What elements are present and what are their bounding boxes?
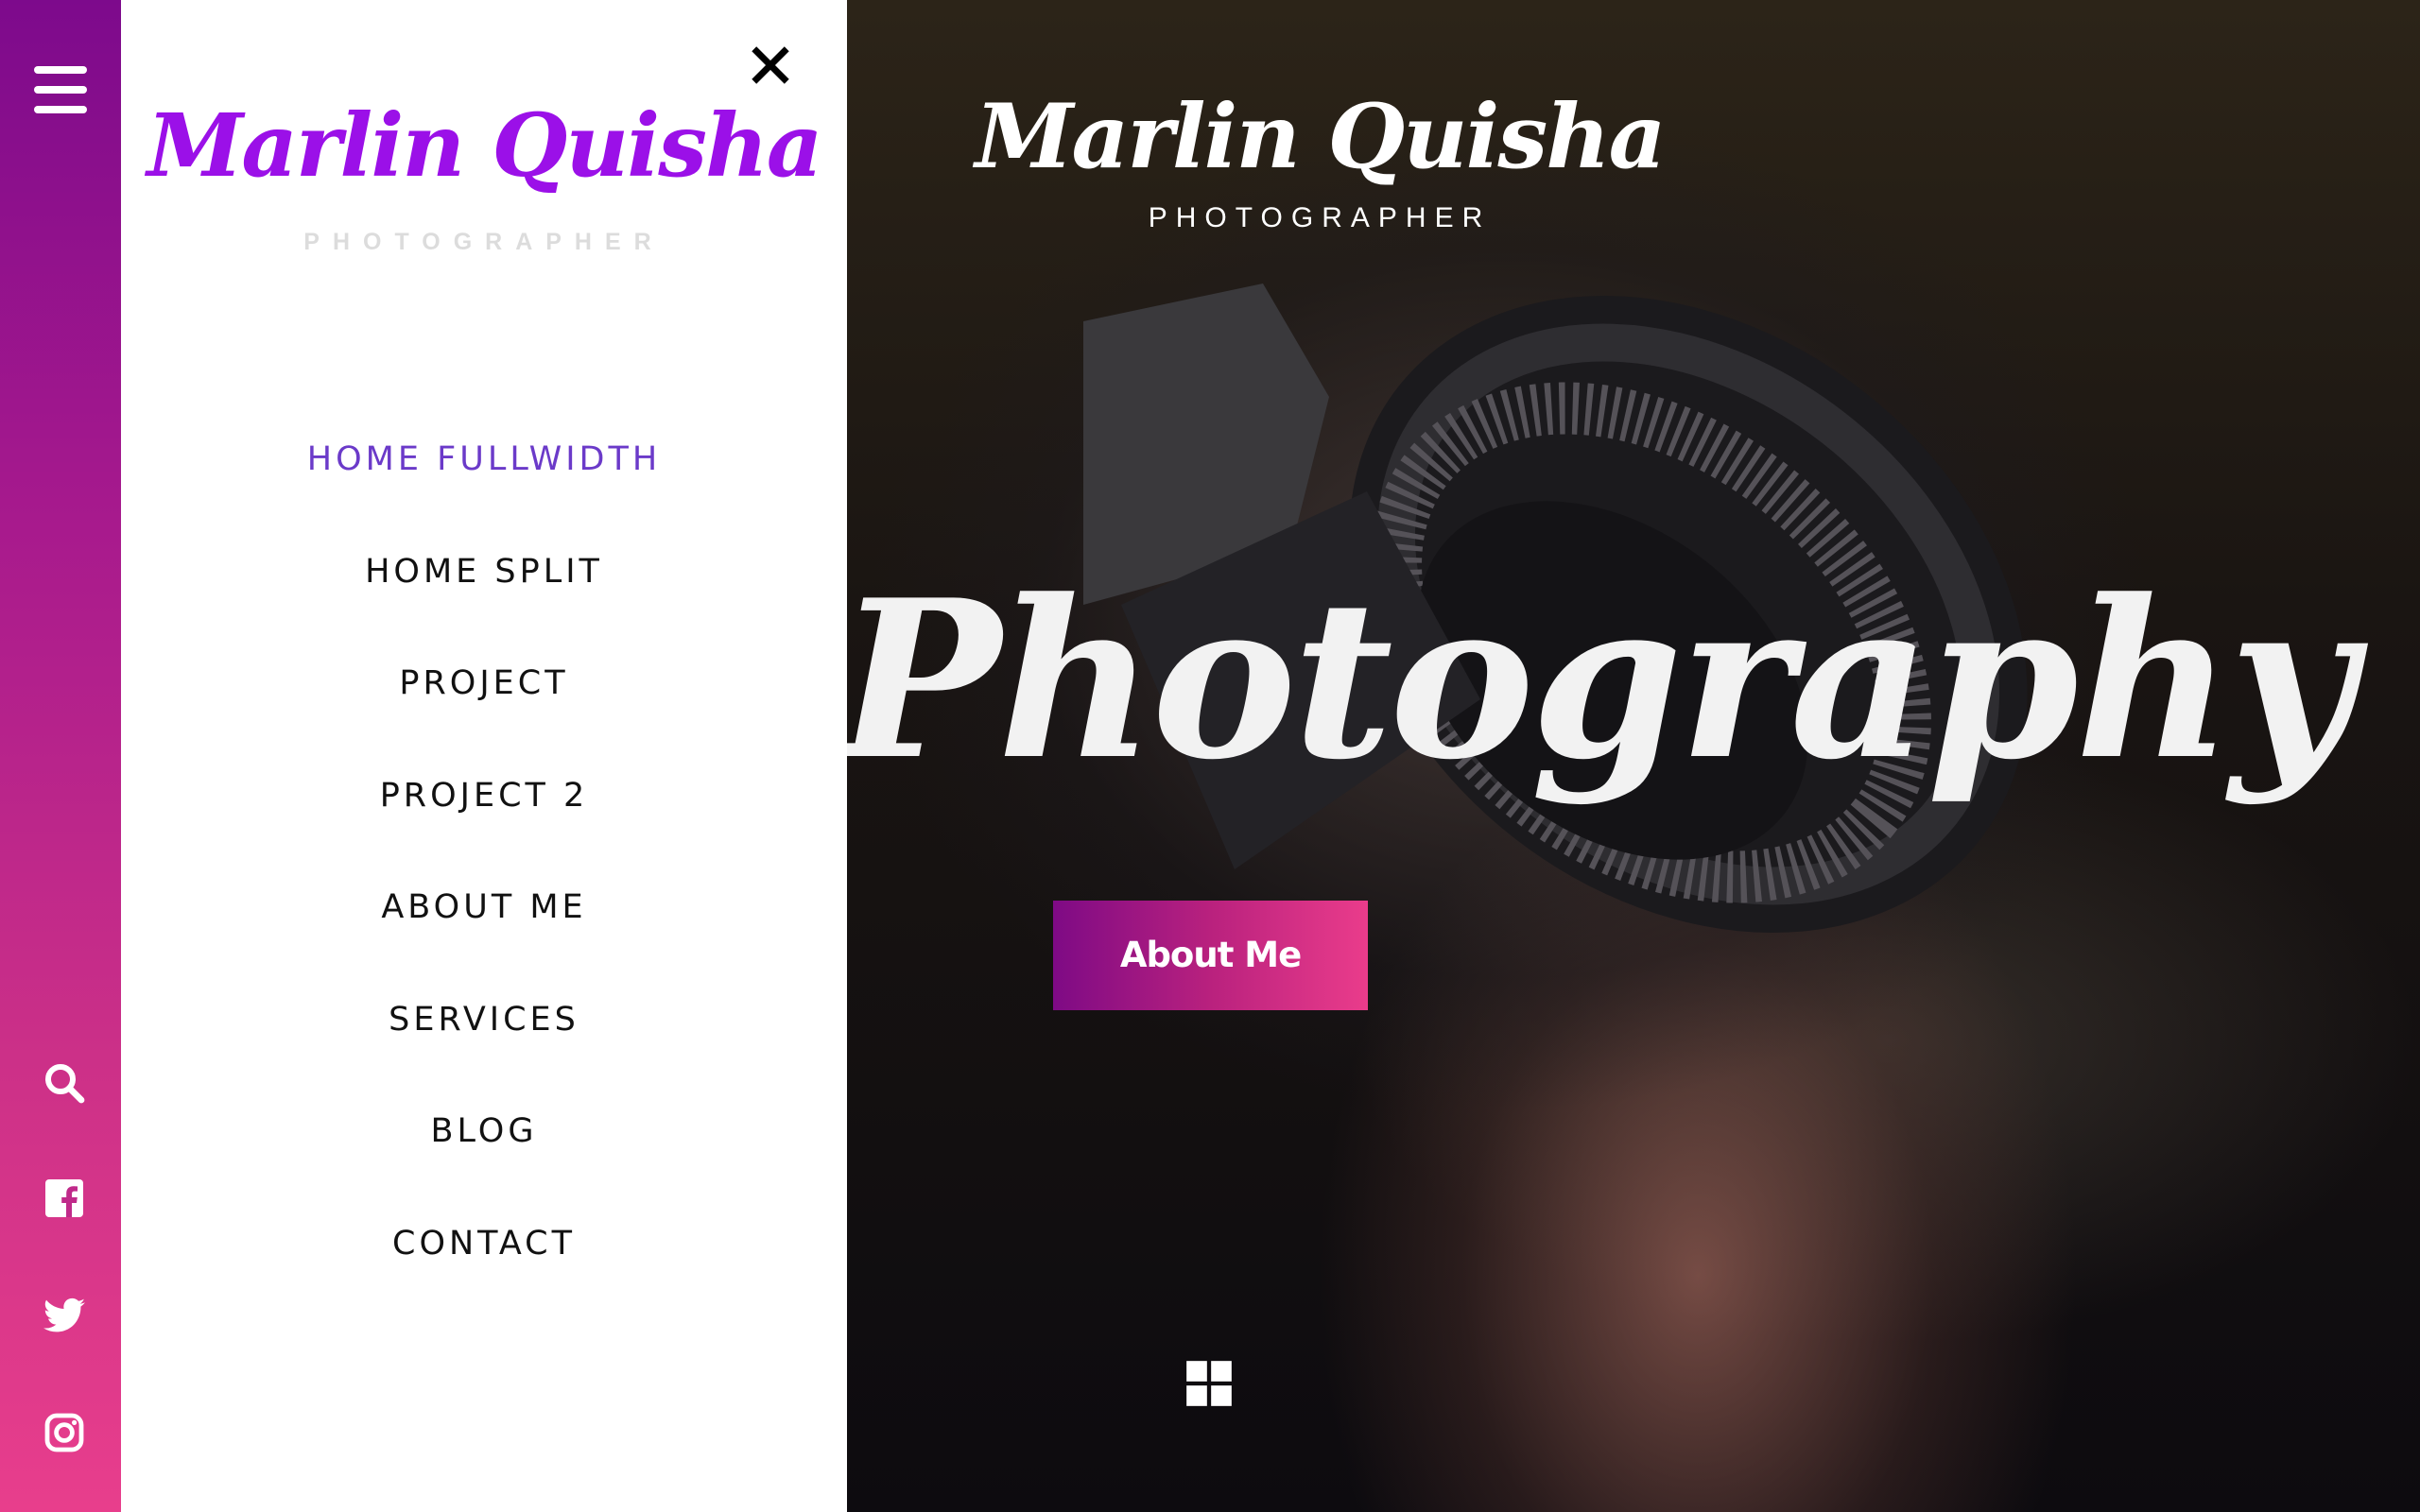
menu-item-home-split[interactable]: HOME SPLIT — [121, 553, 847, 665]
about-me-button[interactable]: About Me — [1053, 901, 1368, 1010]
menu-item-services[interactable]: SERVICES — [121, 1001, 847, 1113]
search-icon[interactable] — [42, 1060, 87, 1106]
drawer-tagline: PHOTOGRAPHER — [303, 229, 665, 255]
twitter-icon[interactable] — [42, 1293, 87, 1338]
menu-item-project-2[interactable]: PROJECT 2 — [121, 777, 847, 889]
hero-title: Photography — [847, 553, 2356, 808]
sidebar — [0, 0, 121, 1512]
drawer-logo[interactable]: Marlin Quisha — [121, 94, 847, 197]
menu-item-project[interactable]: PROJECT — [121, 664, 847, 777]
menu-item-blog[interactable]: BLOG — [121, 1112, 847, 1225]
menu-item-contact[interactable]: CONTACT — [121, 1225, 847, 1337]
menu-item-about-me[interactable]: ABOUT ME — [121, 888, 847, 1001]
facebook-icon[interactable] — [42, 1176, 87, 1221]
instagram-icon[interactable] — [42, 1410, 87, 1455]
navigation-drawer: Marlin Quisha PHOTOGRAPHER HOME FULLWIDT… — [121, 0, 847, 1512]
hero-logo[interactable]: Marlin Quisha — [847, 85, 1792, 189]
menu-item-home-fullwidth[interactable]: HOME FULLWIDTH — [121, 440, 847, 553]
grid-icon[interactable] — [1184, 1359, 1234, 1408]
hero-section: Marlin Quisha PHOTOGRAPHER Photography A… — [847, 0, 2420, 1512]
main-menu: HOME FULLWIDTH HOME SPLIT PROJECT PROJEC… — [121, 440, 847, 1336]
close-icon[interactable] — [749, 43, 792, 87]
hamburger-icon[interactable] — [34, 66, 87, 113]
hero-tagline: PHOTOGRAPHER — [1148, 202, 1492, 233]
